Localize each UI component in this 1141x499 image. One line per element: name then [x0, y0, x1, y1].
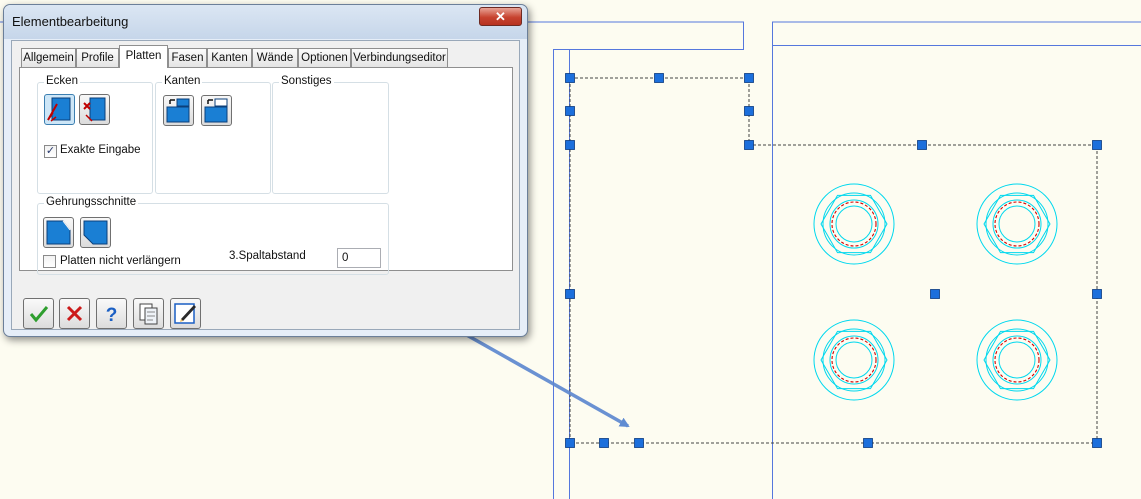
- dialog-title: Elementbearbeitung: [12, 14, 129, 29]
- cancel-button[interactable]: [59, 298, 90, 329]
- tab-optionen[interactable]: Optionen: [298, 48, 351, 67]
- corner-miter-icon: [45, 95, 74, 124]
- tab-platten-content: Ecken ✓ Exakte Eingabe Kanten Sonstiges …: [19, 67, 513, 275]
- tab-fasen[interactable]: Fasen: [168, 48, 207, 67]
- help-button[interactable]: ?: [96, 298, 127, 329]
- grip-handle[interactable]: [917, 140, 927, 150]
- copy-button[interactable]: [133, 298, 164, 329]
- group-gehrungsschnitte-label: Gehrungsschnitte: [44, 196, 139, 208]
- miter-cut-right-icon: [81, 218, 110, 247]
- group-gehrungsschnitte: Gehrungsschnitte Platten nicht verlänger…: [37, 196, 389, 275]
- edge-extend-button[interactable]: [163, 95, 194, 126]
- platten-nicht-verlaengern-checkbox[interactable]: [43, 255, 56, 268]
- dialog-titlebar[interactable]: Elementbearbeitung ✕: [4, 5, 527, 39]
- corner-cut-icon: [80, 95, 109, 124]
- grip-handle[interactable]: [565, 73, 575, 83]
- edge-extend-icon: [164, 96, 193, 125]
- miter-cut-right-button[interactable]: [80, 217, 111, 248]
- cancel-x-icon: [60, 299, 89, 328]
- edge-trim-icon: [202, 96, 231, 125]
- bolt: [813, 183, 895, 265]
- copy-document-icon: [134, 299, 163, 328]
- dialog-client: Allgemein Profile Platten Fasen Kanten W…: [11, 40, 520, 330]
- tab-platten[interactable]: Platten: [119, 45, 168, 68]
- ok-check-icon: [24, 299, 53, 328]
- group-kanten-label: Kanten: [162, 75, 203, 87]
- tab-allgemein[interactable]: Allgemein: [21, 48, 76, 67]
- bolt: [976, 319, 1058, 401]
- spaltabstand-input[interactable]: 0: [337, 248, 381, 268]
- corner-miter-button[interactable]: [44, 94, 75, 125]
- edit-pencil-icon: [171, 299, 200, 328]
- edge-trim-button[interactable]: [201, 95, 232, 126]
- grip-handle[interactable]: [930, 289, 940, 299]
- grip-handle[interactable]: [654, 73, 664, 83]
- corner-cut-button[interactable]: [79, 94, 110, 125]
- group-sonstiges-label: Sonstiges: [279, 75, 334, 87]
- grip-handle[interactable]: [565, 140, 575, 150]
- grip-handle[interactable]: [1092, 438, 1102, 448]
- tab-kanten[interactable]: Kanten: [207, 48, 252, 67]
- grip-handle[interactable]: [744, 106, 754, 116]
- svg-text:?: ?: [106, 305, 118, 326]
- help-question-icon: ?: [97, 299, 126, 328]
- close-button[interactable]: ✕: [479, 7, 522, 26]
- grip-handles[interactable]: [565, 73, 1102, 448]
- bolt: [813, 319, 895, 401]
- grip-handle[interactable]: [634, 438, 644, 448]
- group-ecken-label: Ecken: [44, 75, 80, 87]
- tab-verbindungseditor[interactable]: Verbindungseditor: [351, 48, 448, 67]
- platten-nicht-verlaengern-label: Platten nicht verlängern: [60, 255, 181, 267]
- grip-handle[interactable]: [1092, 289, 1102, 299]
- grip-handle[interactable]: [599, 438, 609, 448]
- spaltabstand-label: 3.Spaltabstand: [229, 250, 306, 262]
- group-ecken: Ecken ✓ Exakte Eingabe: [37, 75, 153, 194]
- grip-handle[interactable]: [565, 438, 575, 448]
- group-kanten: Kanten: [155, 75, 271, 194]
- tab-waende[interactable]: Wände: [252, 48, 298, 67]
- grip-handle[interactable]: [744, 140, 754, 150]
- miter-cut-left-icon: [44, 218, 73, 247]
- tab-profile[interactable]: Profile: [76, 48, 119, 67]
- grip-handle[interactable]: [565, 289, 575, 299]
- miter-cut-left-button[interactable]: [43, 217, 74, 248]
- edit-button[interactable]: [170, 298, 201, 329]
- group-sonstiges: Sonstiges: [272, 75, 389, 194]
- edit-dialog: Elementbearbeitung ✕ Allgemein Profile P…: [3, 4, 528, 337]
- grip-handle[interactable]: [744, 73, 754, 83]
- grip-handle[interactable]: [1092, 140, 1102, 150]
- exakte-eingabe-label: Exakte Eingabe: [60, 144, 141, 156]
- bolt: [976, 183, 1058, 265]
- grip-handle[interactable]: [565, 106, 575, 116]
- exakte-eingabe-checkbox[interactable]: ✓: [44, 145, 57, 158]
- grip-handle[interactable]: [863, 438, 873, 448]
- ok-button[interactable]: [23, 298, 54, 329]
